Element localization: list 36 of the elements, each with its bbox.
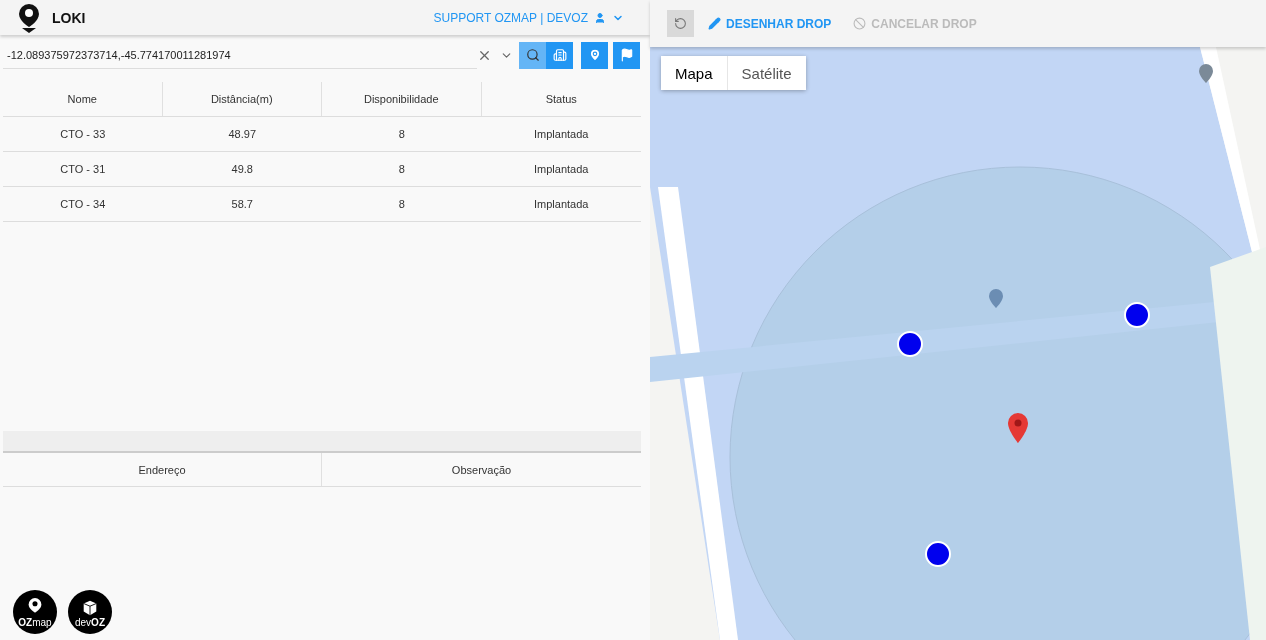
column-header: Nome <box>3 82 163 116</box>
column-header: Endereço <box>3 453 322 486</box>
table-cell-text: CTO - 33 <box>59 128 107 140</box>
app-title: LOKI <box>52 9 86 26</box>
flag-icon <box>619 48 634 62</box>
prohibited-icon <box>853 17 867 30</box>
column-header: Distância(m) <box>162 82 322 116</box>
pencil-icon <box>708 17 721 30</box>
user-icon <box>594 11 606 24</box>
brand-logo: devOZ <box>68 590 112 634</box>
building-button[interactable] <box>546 41 573 69</box>
table-cell-text: 8 <box>397 128 406 140</box>
map-pin-button[interactable] <box>581 41 608 69</box>
flag-button[interactable] <box>613 41 640 69</box>
table-cell-text: CTO - 31 <box>59 163 107 175</box>
table-cell-text: Implantada <box>533 128 590 140</box>
search-button[interactable] <box>519 41 546 69</box>
column-header: Disponibilidade <box>322 82 482 116</box>
table-cell-text: 58.7 <box>230 198 254 210</box>
table-cell-text: 8 <box>397 163 406 175</box>
table-cell-text: CTO - 34 <box>59 198 107 210</box>
coordinates-field[interactable]: -12.089375972373714,-45.774170011281974 <box>3 41 477 69</box>
table-cell-text: 8 <box>397 198 406 210</box>
search-icon <box>525 48 540 62</box>
building-icon <box>552 48 567 62</box>
table-cell-text: 48.97 <box>227 128 257 140</box>
map-type-tab[interactable]: Mapa <box>661 56 728 90</box>
map-pin-icon <box>587 48 602 62</box>
column-header: Observação <box>450 462 513 478</box>
column-header: Status <box>544 92 578 107</box>
undo-icon <box>674 17 687 30</box>
brand-logo: OZmap <box>13 590 57 634</box>
map-type-tab[interactable]: Satélite <box>727 56 806 90</box>
table-cell-text: Implantada <box>533 163 590 175</box>
table-cell-text: 49.8 <box>230 163 254 175</box>
table-cell-text: Implantada <box>533 198 590 210</box>
